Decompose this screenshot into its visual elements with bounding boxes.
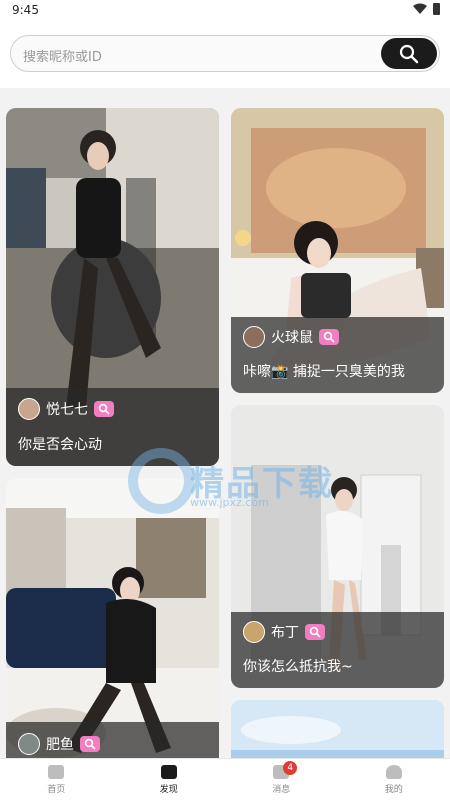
post-card[interactable] — [231, 700, 444, 758]
status-icons — [413, 3, 440, 15]
search-icon — [309, 626, 321, 638]
user-row: 肥鱼 — [18, 733, 100, 755]
tab-label: 首页 — [47, 784, 66, 795]
tab-label: 发现 — [159, 784, 178, 795]
feed: 悦七七 你是否会心动 火球鼠 咔嚓📸 捕捉一只臭美的我 布丁 你该怎么抵抗我~ … — [0, 96, 450, 758]
avatar[interactable] — [18, 398, 40, 420]
post-photo — [231, 700, 444, 758]
user-row: 悦七七 — [18, 398, 114, 420]
verified-badge — [319, 329, 339, 345]
discover-icon — [160, 764, 177, 779]
verified-badge — [305, 624, 325, 640]
tab-messages[interactable]: 4 消息 — [225, 759, 338, 800]
tab-label: 消息 — [272, 784, 291, 795]
search-placeholder: 搜索昵称或ID — [23, 50, 102, 65]
search-icon — [323, 331, 335, 343]
search-area: 搜索昵称或ID — [0, 22, 450, 88]
post-card[interactable]: 肥鱼 — [6, 478, 219, 758]
verified-badge — [80, 736, 100, 752]
card-overlay: 火球鼠 咔嚓📸 捕捉一只臭美的我 — [231, 317, 444, 393]
tab-home[interactable]: 首页 — [0, 759, 113, 800]
search-icon — [399, 44, 419, 63]
post-card[interactable]: 火球鼠 咔嚓📸 捕捉一只臭美的我 — [231, 108, 444, 393]
wifi-icon — [413, 3, 427, 14]
profile-icon — [385, 764, 402, 779]
user-row: 布丁 — [243, 621, 325, 643]
avatar[interactable] — [18, 733, 40, 755]
tab-label: 我的 — [384, 784, 403, 795]
card-overlay: 布丁 你该怎么抵抗我~ — [231, 612, 444, 688]
status-time: 9:45 — [12, 3, 39, 17]
tab-profile[interactable]: 我的 — [338, 759, 450, 800]
battery-icon — [433, 3, 440, 15]
user-row: 火球鼠 — [243, 326, 339, 348]
post-card[interactable]: 布丁 你该怎么抵抗我~ — [231, 405, 444, 688]
username[interactable]: 肥鱼 — [46, 734, 74, 754]
bottom-tab-bar: 首页 发现 4 消息 我的 — [0, 758, 450, 800]
tab-discover[interactable]: 发现 — [113, 759, 226, 800]
message-count-badge: 4 — [283, 761, 298, 775]
verified-badge — [94, 401, 114, 417]
post-caption: 你该怎么抵抗我~ — [243, 659, 353, 675]
search-icon — [84, 738, 96, 750]
post-caption: 你是否会心动 — [18, 437, 102, 453]
username[interactable]: 布丁 — [271, 622, 299, 642]
search-button[interactable] — [381, 38, 437, 69]
post-caption: 咔嚓📸 捕捉一只臭美的我 — [243, 364, 405, 380]
home-icon — [48, 764, 65, 779]
search-icon — [98, 403, 110, 415]
status-bar: 9:45 — [0, 0, 450, 22]
search-input[interactable]: 搜索昵称或ID — [10, 35, 440, 72]
card-overlay: 悦七七 你是否会心动 — [6, 388, 219, 466]
avatar[interactable] — [243, 326, 265, 348]
avatar[interactable] — [243, 621, 265, 643]
username[interactable]: 悦七七 — [46, 399, 88, 419]
username[interactable]: 火球鼠 — [271, 327, 313, 347]
post-photo — [6, 478, 219, 758]
card-overlay: 肥鱼 — [6, 722, 219, 758]
post-card[interactable]: 悦七七 你是否会心动 — [6, 108, 219, 466]
